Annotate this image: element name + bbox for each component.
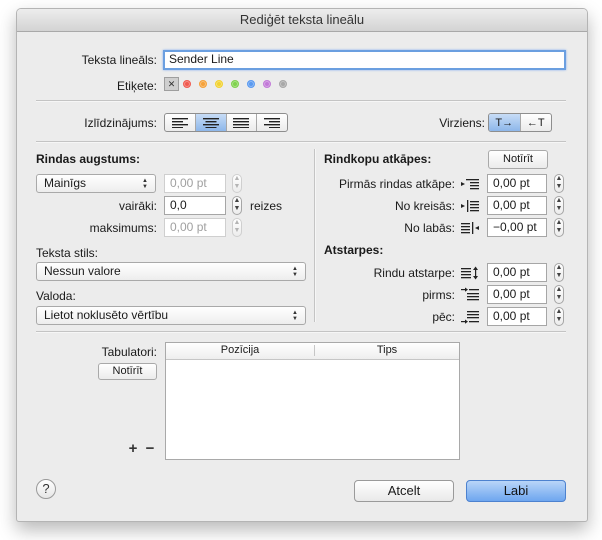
language-label: Valoda: — [36, 289, 76, 303]
spacing-title: Atstarpes: — [324, 243, 384, 257]
cancel-button[interactable]: Atcelt — [354, 480, 454, 502]
line-height-value-input[interactable]: 0,00 pt — [164, 174, 226, 193]
align-right-button[interactable] — [257, 114, 287, 131]
help-button[interactable]: ? — [36, 479, 56, 499]
tabs-col-position[interactable]: Pozīcija — [166, 344, 314, 356]
align-justify-button[interactable] — [227, 114, 258, 131]
ok-button[interactable]: Labi — [466, 480, 566, 502]
spacing-before-icon — [459, 285, 481, 304]
line-spacing-label: Rindu atstarpe: — [373, 266, 455, 280]
multiple-label: vairāki: — [118, 199, 157, 213]
spacing-before-input[interactable]: 0,00 pt — [487, 285, 547, 304]
text-style-value: Nessun valore — [44, 264, 121, 278]
tag-color-row — [183, 80, 303, 90]
left-indent-stepper[interactable]: ▲ ▼ — [554, 196, 564, 215]
direction-ltr-button[interactable]: T→ — [489, 114, 521, 131]
first-line-indent-label: Pirmās rindas atkāpe: — [338, 177, 455, 191]
spacing-before-label: pirms: — [422, 288, 455, 302]
align-justify-icon — [233, 118, 250, 128]
tabs-col-type[interactable]: Tips — [315, 344, 459, 356]
popup-arrows-icon: ▲▼ — [292, 310, 298, 322]
line-height-mode-popup[interactable]: Mainīgs ▲▼ — [36, 174, 156, 193]
separator-vertical — [314, 149, 316, 322]
tag-color-dot[interactable] — [247, 80, 255, 88]
tabs-table[interactable]: Pozīcija Tips — [165, 342, 460, 460]
right-indent-stepper[interactable]: ▲ ▼ — [554, 218, 564, 237]
align-center-button[interactable] — [195, 114, 227, 131]
spacing-before-stepper[interactable]: ▲ ▼ — [554, 285, 564, 304]
line-height-title: Rindas augstums: — [36, 152, 141, 166]
separator-top — [36, 100, 566, 102]
clear-tag-button[interactable]: ✕ — [164, 77, 179, 91]
tag-color-dot[interactable] — [215, 80, 223, 88]
tabs-label: Tabulatori: — [101, 345, 157, 359]
direction-rtl-button[interactable]: ←T — [521, 114, 552, 131]
alignment-label: Izlīdzinājums: — [84, 116, 157, 130]
line-height-stepper[interactable]: ▲ ▼ — [232, 174, 242, 193]
tag-label: Etiķete: — [116, 79, 157, 93]
first-line-indent-stepper[interactable]: ▲ ▼ — [554, 174, 564, 193]
right-indent-input[interactable]: −0,00 pt — [487, 218, 547, 237]
line-spacing-stepper[interactable]: ▲ ▼ — [554, 263, 564, 282]
left-indent-input[interactable]: 0,00 pt — [487, 196, 547, 215]
alignment-segmented-control[interactable] — [164, 113, 288, 132]
indents-title: Rindkopu atkāpes: — [324, 152, 432, 166]
tag-color-dot[interactable] — [279, 80, 287, 88]
align-center-icon — [202, 118, 219, 128]
spacing-after-stepper[interactable]: ▲ ▼ — [554, 307, 564, 326]
separator-middle — [36, 141, 566, 143]
indents-reset-button[interactable]: Notīrīt — [488, 150, 548, 169]
spacing-after-label: pēc: — [432, 310, 455, 324]
align-right-icon — [264, 118, 281, 128]
tabs-table-header: Pozīcija Tips — [166, 343, 459, 360]
align-left-button[interactable] — [165, 114, 196, 131]
max-label: maksimums: — [89, 221, 157, 235]
separator-bottom — [36, 331, 566, 333]
popup-arrows-icon: ▲▼ — [292, 266, 298, 278]
line-height-mode-value: Mainīgs — [44, 176, 87, 190]
language-value: Lietot noklusēto vērtību — [44, 308, 169, 322]
remove-tab-button[interactable]: − — [143, 441, 157, 456]
popup-arrows-icon: ▲▼ — [142, 178, 148, 190]
max-input[interactable]: 0,00 pt — [164, 218, 226, 237]
spacing-after-input[interactable]: 0,00 pt — [487, 307, 547, 326]
direction-label: Virziens: — [439, 116, 485, 130]
text-style-popup[interactable]: Nessun valore ▲▼ — [36, 262, 306, 281]
line-spacing-icon — [459, 263, 481, 282]
first-line-indent-input[interactable]: 0,00 pt — [487, 174, 547, 193]
line-spacing-input[interactable]: 0,00 pt — [487, 263, 547, 282]
ruler-name-label: Teksta lineāls: — [81, 53, 157, 67]
align-left-icon — [171, 118, 188, 128]
left-indent-label: No kreisās: — [394, 199, 455, 213]
tabs-reset-button[interactable]: Notīrīt — [98, 363, 157, 380]
tag-color-dot[interactable] — [263, 80, 271, 88]
text-style-label: Teksta stils: — [36, 246, 99, 260]
multiple-stepper[interactable]: ▲ ▼ — [232, 196, 242, 215]
ruler-name-input[interactable]: Sender Line — [163, 50, 566, 70]
add-tab-button[interactable]: + — [126, 441, 140, 456]
tag-color-dot[interactable] — [183, 80, 191, 88]
direction-segmented-control[interactable]: T→ ←T — [488, 113, 552, 132]
right-indent-label: No labās: — [404, 221, 455, 235]
right-indent-icon — [459, 218, 481, 237]
ruler-editor-dialog: Rediģēt teksta lineālu Teksta lineāls: S… — [16, 8, 588, 522]
language-popup[interactable]: Lietot noklusēto vērtību ▲▼ — [36, 306, 306, 325]
window-title: Rediģēt teksta lineālu — [17, 9, 587, 32]
times-label: reizes — [250, 199, 283, 213]
left-indent-icon — [459, 196, 481, 215]
tag-color-dot[interactable] — [231, 80, 239, 88]
spacing-after-icon — [459, 307, 481, 326]
tag-color-dot[interactable] — [199, 80, 207, 88]
first-line-indent-icon — [459, 174, 481, 193]
max-stepper[interactable]: ▲ ▼ — [232, 218, 242, 237]
multiple-input[interactable]: 0,0 — [164, 196, 226, 215]
